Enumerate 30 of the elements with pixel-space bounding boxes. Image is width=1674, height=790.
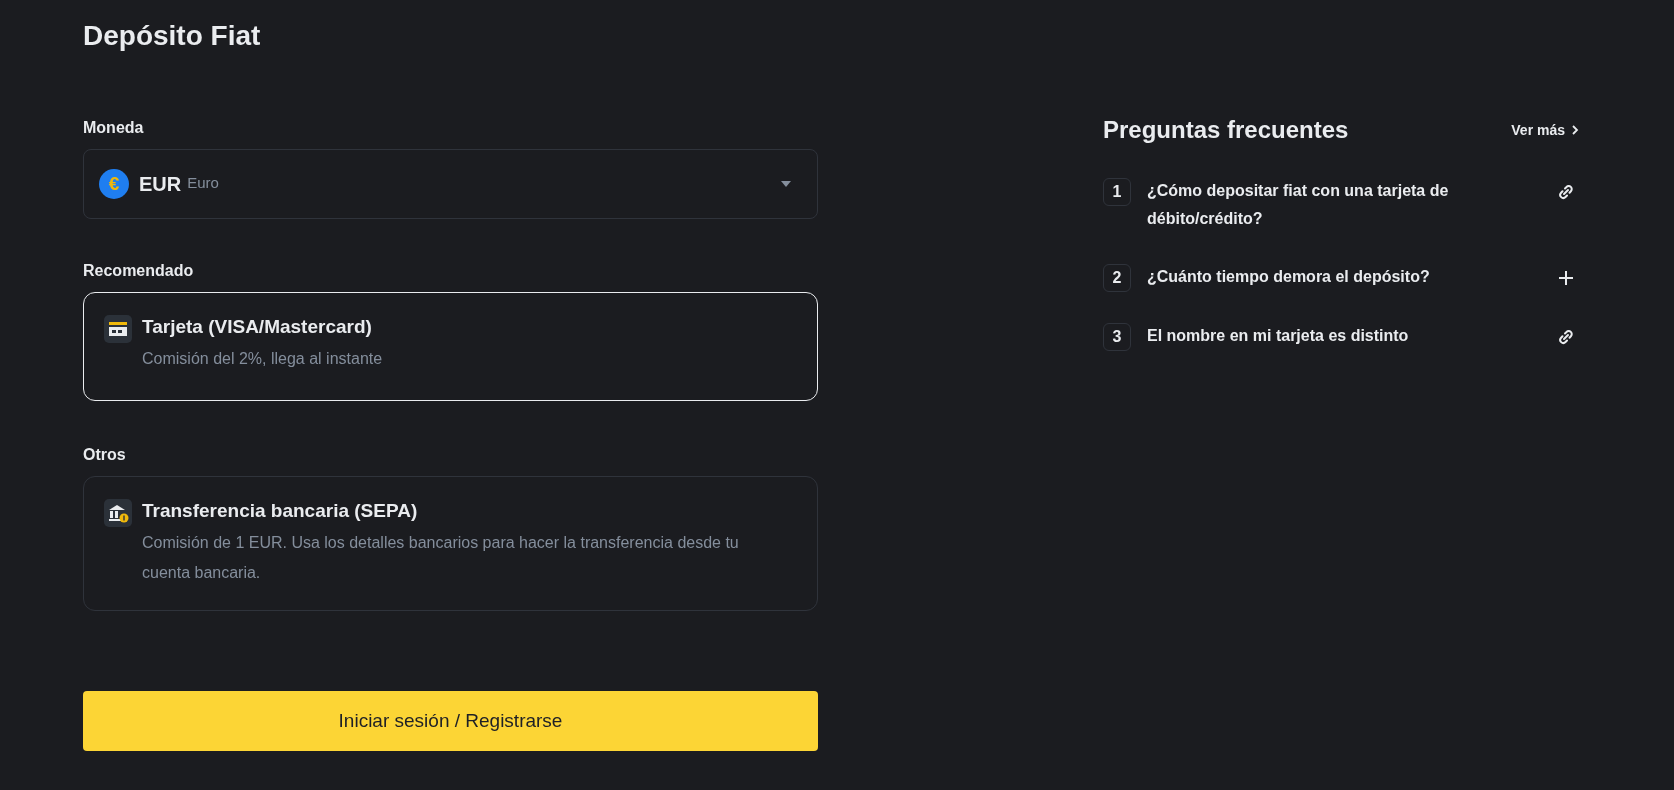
faq-question[interactable]: ¿Cuánto tiempo demora el depósito?	[1147, 263, 1558, 291]
page-title: Depósito Fiat	[83, 19, 262, 53]
payment-option[interactable]: Tarjeta (VISA/Mastercard) Comisión del 2%, llega al instante	[83, 292, 818, 401]
faq-title: Preguntas frecuentes	[1103, 116, 1349, 144]
option-title: Transferencia bancaria (SEPA)	[142, 499, 419, 523]
euro-coin-icon: €	[99, 169, 129, 199]
section-label: Otros	[83, 445, 127, 465]
field-label: Moneda	[83, 118, 145, 138]
faq-question[interactable]: ¿Cómo depositar fiat con una tarjeta de débito/crédito?	[1147, 177, 1558, 233]
chevron-icon	[1571, 125, 1579, 135]
bank-icon	[104, 499, 132, 527]
option-title: Tarjeta (VISA/Mastercard)	[142, 315, 373, 339]
see-more-link[interactable]: Ver más	[1511, 122, 1579, 138]
login-button[interactable]: Iniciar sesión / Registrarse	[83, 691, 818, 751]
number-badge: 2	[1103, 264, 1131, 292]
credit-card-icon	[104, 315, 132, 343]
currency-name: Euro	[187, 173, 219, 191]
link-icon[interactable]	[1558, 329, 1574, 345]
currency-code: EUR	[139, 172, 182, 196]
number-badge: 1	[1103, 178, 1131, 206]
caret-icon	[781, 180, 791, 188]
option-description: Comisión del 2%, llega al instante	[142, 349, 383, 369]
section-label: Recomendado	[83, 261, 195, 281]
number-badge: 3	[1103, 323, 1131, 351]
link-icon[interactable]	[1558, 184, 1574, 200]
currency-select[interactable]: € EUR Euro	[83, 149, 818, 219]
option-description: Comisión de 1 EUR. Usa los detalles bancarios para hacer la transferencia desde tu cuenta bancaria.	[142, 533, 740, 583]
faq-question[interactable]: El nombre en mi tarjeta es distinto	[1147, 322, 1558, 350]
plus-icon[interactable]	[1558, 270, 1574, 286]
payment-option[interactable]: Transferencia bancaria (SEPA) Comisión de 1 EUR. Usa los detalles bancarios para hacer la transferencia desde tu cuenta bancaria.	[83, 476, 818, 611]
